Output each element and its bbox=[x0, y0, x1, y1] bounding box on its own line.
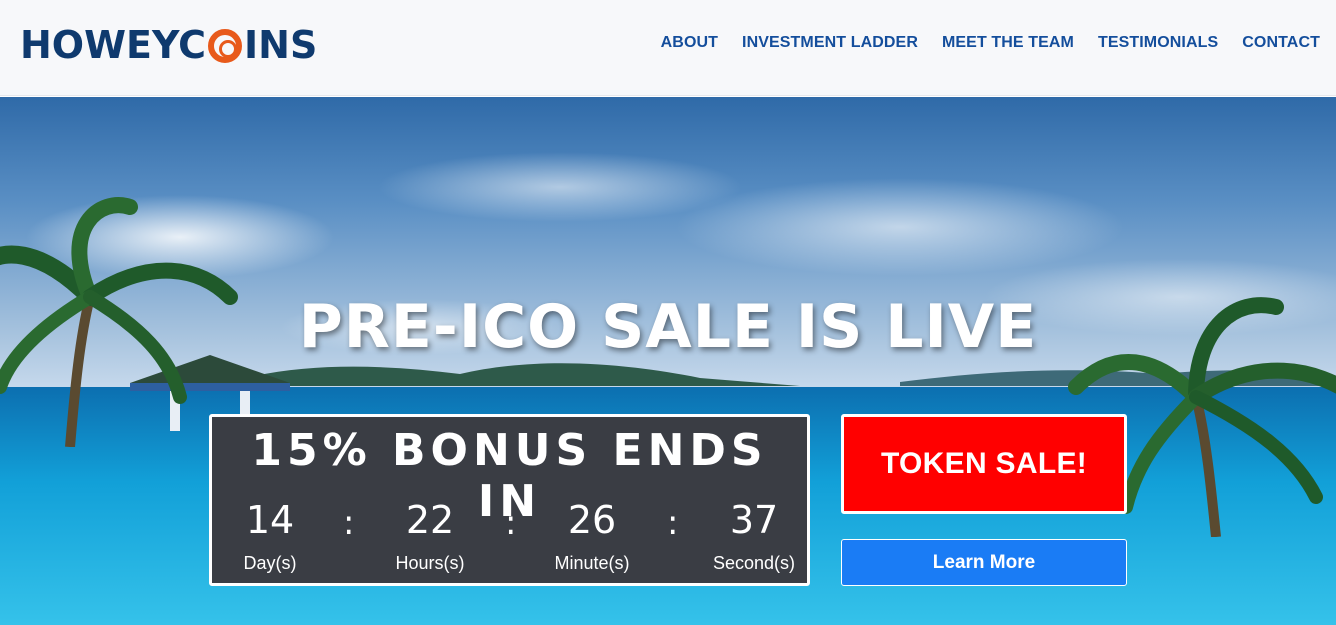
countdown-separator: : bbox=[505, 503, 517, 543]
countdown-hours-value: 22 bbox=[405, 498, 455, 542]
countdown-minutes-value: 26 bbox=[567, 498, 617, 542]
hero-banner: PRE-ICO SALE IS LIVE 15% BONUS ENDS IN 1… bbox=[0, 97, 1336, 625]
countdown-separator: : bbox=[667, 503, 679, 543]
countdown-minutes-label: Minute(s) bbox=[554, 553, 630, 573]
countdown-days: 14 Day(s) bbox=[210, 497, 330, 574]
nav-contact[interactable]: CONTACT bbox=[1242, 34, 1320, 52]
learn-more-button[interactable]: Learn More bbox=[841, 539, 1127, 586]
countdown-seconds-label: Second(s) bbox=[712, 553, 796, 573]
countdown-separator: : bbox=[343, 503, 355, 543]
coin-icon bbox=[208, 29, 243, 63]
countdown-seconds-value: 37 bbox=[729, 498, 779, 542]
hero-title: PRE-ICO SALE IS LIVE bbox=[298, 292, 1038, 362]
nav-testimonials[interactable]: TESTIMONIALS bbox=[1098, 34, 1218, 52]
countdown-hours-label: Hours(s) bbox=[395, 553, 465, 573]
nav-investment-ladder[interactable]: INVESTMENT LADDER bbox=[742, 34, 918, 52]
nav-meet-the-team[interactable]: MEET THE TEAM bbox=[942, 34, 1074, 52]
countdown-days-label: Day(s) bbox=[243, 553, 297, 573]
bonus-countdown: 15% BONUS ENDS IN 14 Day(s) : 22 Hours(s… bbox=[209, 414, 810, 586]
countdown-days-value: 14 bbox=[245, 498, 295, 542]
nav-about[interactable]: ABOUT bbox=[661, 34, 718, 52]
countdown-seconds: 37 Second(s) bbox=[694, 497, 814, 574]
token-sale-button[interactable]: TOKEN SALE! bbox=[841, 414, 1127, 514]
countdown-hours: 22 Hours(s) bbox=[370, 497, 490, 574]
countdown-minutes: 26 Minute(s) bbox=[532, 497, 652, 574]
site-header: HOWEYC INS ABOUT INVESTMENT LADDER MEET T… bbox=[0, 0, 1336, 96]
main-nav: ABOUT INVESTMENT LADDER MEET THE TEAM TE… bbox=[661, 34, 1320, 52]
howeycoins-logo[interactable]: HOWEYC INS bbox=[20, 23, 317, 67]
